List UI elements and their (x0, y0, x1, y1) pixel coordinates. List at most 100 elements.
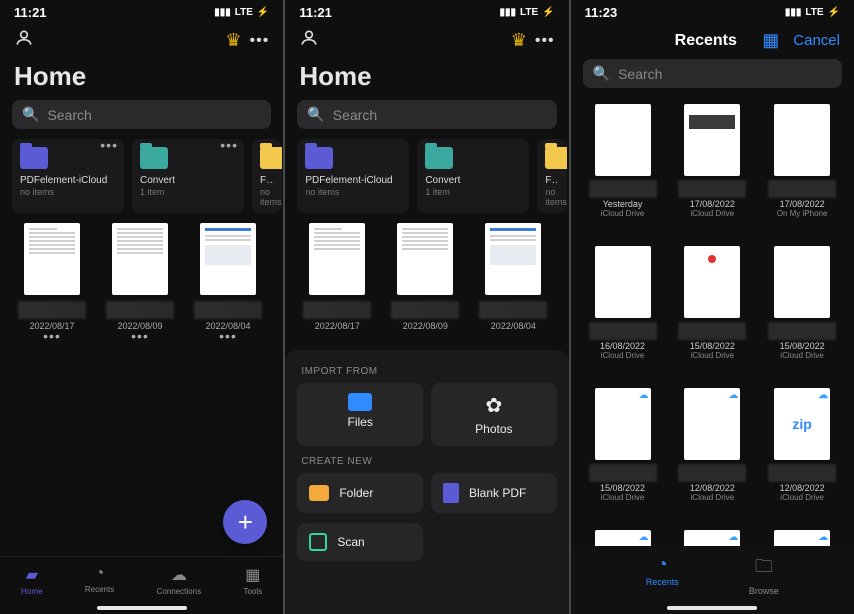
picker-item[interactable]: Yesterday iCloud Drive (581, 104, 665, 232)
file-thumbnail (595, 246, 651, 318)
file-name (768, 322, 836, 340)
cloud-icon: ☁ (728, 532, 738, 543)
screen-home-sheet: 11:21 ▮▮▮ LTE ⚡ ♛ ••• Home 🔍 Search PDFe… (285, 0, 568, 614)
tab-connections[interactable]: ☁Connections (157, 565, 201, 596)
cloud-icon: ☁ (639, 532, 649, 543)
cloud-icon: ☁ (171, 565, 187, 585)
view-grid-icon[interactable]: ▦ (762, 30, 779, 51)
search-input[interactable]: 🔍 Search (297, 100, 556, 129)
battery-icon: ⚡ (257, 7, 269, 18)
folder-icon (140, 147, 168, 169)
more-icon[interactable]: ••• (250, 32, 270, 50)
files-row: 2022/08/17 ••• 2022/08/09 ••• 2022/08/04… (0, 223, 283, 340)
search-input[interactable]: 🔍 Search (583, 59, 842, 88)
file-item[interactable]: 2022/08/17 (297, 223, 377, 331)
folder-icon (309, 485, 329, 501)
file-thumbnail (774, 246, 830, 318)
file-more-icon[interactable]: ••• (131, 334, 149, 340)
cancel-button[interactable]: Cancel (793, 32, 840, 49)
file-thumbnail (397, 223, 453, 295)
tab-recents[interactable]: ◔Recents (646, 554, 679, 596)
file-thumbnail (684, 104, 740, 176)
folder-favorites[interactable]: Favori no items (537, 139, 567, 213)
import-photos-button[interactable]: ✿ Photos (431, 383, 557, 446)
file-name (768, 180, 836, 198)
folder-favorites[interactable]: Favori no items (252, 139, 282, 213)
clock-icon: ◔ (95, 565, 105, 583)
file-item[interactable]: 2022/08/04 (473, 223, 553, 331)
more-icon[interactable]: ••• (535, 32, 555, 50)
files-icon (348, 393, 372, 411)
file-thumbnail (684, 246, 740, 318)
scan-button[interactable]: Scan (297, 523, 423, 561)
folder-icon (425, 147, 453, 169)
file-more-icon[interactable]: ••• (43, 334, 61, 340)
file-item[interactable]: 2022/08/17 ••• (12, 223, 92, 340)
folder-more-icon[interactable]: ••• (220, 143, 238, 149)
scan-icon (309, 533, 327, 551)
picker-item[interactable]: ☁ 15/08/2022 iCloud Drive (581, 388, 665, 516)
signal-icon: ▮▮▮ (500, 7, 517, 18)
picker-item[interactable]: 17/08/2022 On My iPhone (760, 104, 844, 232)
add-fab[interactable]: + (223, 500, 267, 544)
status-bar: 11:21 ▮▮▮ LTE ⚡ (0, 0, 283, 22)
network-label: LTE (235, 7, 253, 18)
file-item[interactable]: 2022/08/09 (385, 223, 465, 331)
page-title: Home (285, 59, 568, 100)
file-more-icon[interactable]: ••• (219, 334, 237, 340)
status-time: 11:21 (14, 5, 47, 20)
picker-item[interactable]: 15/08/2022 iCloud Drive (670, 246, 754, 374)
profile-icon[interactable] (299, 28, 319, 53)
file-thumbnail (595, 104, 651, 176)
folder-convert[interactable]: Convert 1 item (417, 139, 529, 213)
create-folder-button[interactable]: Folder (297, 473, 423, 513)
tab-browse[interactable]: 🗀Browse (749, 554, 779, 596)
search-icon: 🔍 (307, 106, 324, 123)
folders-row: ••• PDFelement-iCloud no items ••• Conve… (0, 139, 283, 213)
file-name (303, 301, 371, 319)
page-title: Home (0, 59, 283, 100)
search-input[interactable]: 🔍 Search (12, 100, 271, 129)
search-icon: 🔍 (593, 65, 610, 82)
file-name (678, 180, 746, 198)
photos-icon: ✿ (485, 393, 502, 418)
file-grid[interactable]: Yesterday iCloud Drive 17/08/2022 iCloud… (571, 98, 854, 564)
folder-icon: 🗀 (755, 554, 773, 584)
search-placeholder: Search (47, 107, 91, 123)
folder-convert[interactable]: ••• Convert 1 item (132, 139, 244, 213)
crown-icon[interactable]: ♛ (511, 30, 527, 51)
picker-item[interactable]: ☁ 12/08/2022 iCloud Drive (670, 388, 754, 516)
picker-tab-bar: ◔Recents 🗀Browse (571, 546, 854, 614)
action-sheet: IMPORT FROM Files ✿ Photos CREATE NEW Fo… (285, 350, 568, 614)
signal-icon: ▮▮▮ (785, 7, 802, 18)
file-name (678, 464, 746, 482)
create-label: CREATE NEW (301, 456, 552, 467)
file-thumbnail (200, 223, 256, 295)
tab-recents[interactable]: ◔Recents (85, 565, 114, 596)
file-name (194, 301, 262, 319)
picker-item[interactable]: ☁zip 12/08/2022 iCloud Drive (760, 388, 844, 516)
file-item[interactable]: 2022/08/04 ••• (188, 223, 268, 340)
picker-item[interactable]: 17/08/2022 iCloud Drive (670, 104, 754, 232)
tab-tools[interactable]: ▦Tools (243, 565, 262, 596)
crown-icon[interactable]: ♛ (225, 30, 241, 51)
import-files-button[interactable]: Files (297, 383, 423, 446)
picker-item[interactable]: 16/08/2022 iCloud Drive (581, 246, 665, 374)
file-name (479, 301, 547, 319)
file-name (678, 322, 746, 340)
home-indicator (667, 606, 757, 610)
folder-more-icon[interactable]: ••• (100, 143, 118, 149)
files-row: 2022/08/17 2022/08/09 2022/08/04 (285, 223, 568, 331)
folder-pdfelement-icloud[interactable]: ••• PDFelement-iCloud no items (12, 139, 124, 213)
tab-home[interactable]: ▰Home (21, 565, 42, 596)
grid-icon: ▦ (245, 565, 260, 585)
battery-icon: ⚡ (542, 7, 554, 18)
create-blank-pdf-button[interactable]: Blank PDF (431, 473, 557, 513)
profile-icon[interactable] (14, 28, 34, 53)
picker-item[interactable]: 15/08/2022 iCloud Drive (760, 246, 844, 374)
file-item[interactable]: 2022/08/09 ••• (100, 223, 180, 340)
folder-pdfelement-icloud[interactable]: PDFelement-iCloud no items (297, 139, 409, 213)
cloud-icon: ☁ (728, 390, 738, 401)
cloud-icon: ☁ (639, 390, 649, 401)
file-thumbnail-zip: ☁zip (774, 388, 830, 460)
